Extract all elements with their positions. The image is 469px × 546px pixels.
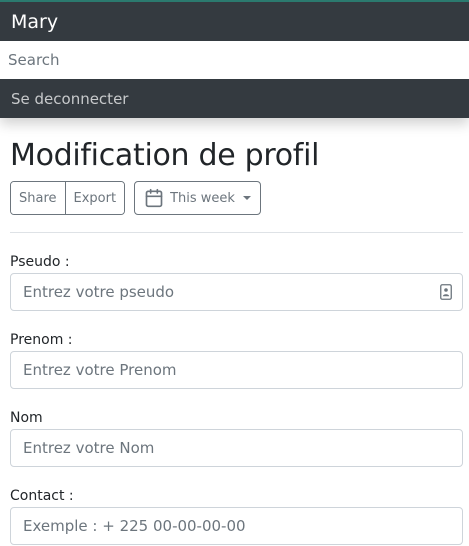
logout-link[interactable]: Se deconnecter	[11, 90, 128, 108]
prenom-input-wrap	[10, 351, 463, 389]
prenom-input[interactable]	[10, 351, 463, 389]
header-divider	[10, 232, 463, 233]
contact-input-wrap	[10, 507, 463, 545]
export-button[interactable]: Export	[64, 182, 125, 214]
date-range-dropdown[interactable]: This week	[134, 181, 261, 215]
pseudo-input-wrap	[10, 273, 463, 311]
navbar-brand-row: Mary	[0, 0, 469, 41]
nom-input-wrap	[10, 429, 463, 467]
prenom-field-group: Prenom :	[10, 330, 463, 389]
contact-field-group: Contact :	[10, 486, 463, 545]
pseudo-field-group: Pseudo :	[10, 252, 463, 311]
share-button[interactable]: Share	[11, 182, 65, 214]
search-input[interactable]	[0, 41, 469, 79]
pseudo-input[interactable]	[10, 273, 463, 311]
calendar-icon	[144, 188, 164, 208]
autofill-contact-icon[interactable]	[440, 284, 452, 300]
logout-row: Se deconnecter	[0, 79, 469, 118]
search-row	[0, 41, 469, 79]
contact-label: Contact :	[10, 488, 74, 504]
pseudo-label: Pseudo :	[10, 254, 70, 270]
page-title: Modification de profil	[10, 138, 320, 173]
navbar-brand[interactable]: Mary	[11, 11, 58, 33]
page-toolbar: Share Export This week	[10, 181, 261, 215]
contact-input[interactable]	[10, 507, 463, 545]
nom-label: Nom	[10, 410, 43, 426]
nom-field-group: Nom	[10, 408, 463, 467]
share-export-button-group: Share Export	[10, 181, 126, 215]
date-range-label: This week	[170, 190, 235, 206]
nom-input[interactable]	[10, 429, 463, 467]
prenom-label: Prenom :	[10, 332, 73, 348]
caret-down-icon	[242, 196, 251, 200]
top-navbar: Mary Se deconnecter	[0, 0, 469, 118]
